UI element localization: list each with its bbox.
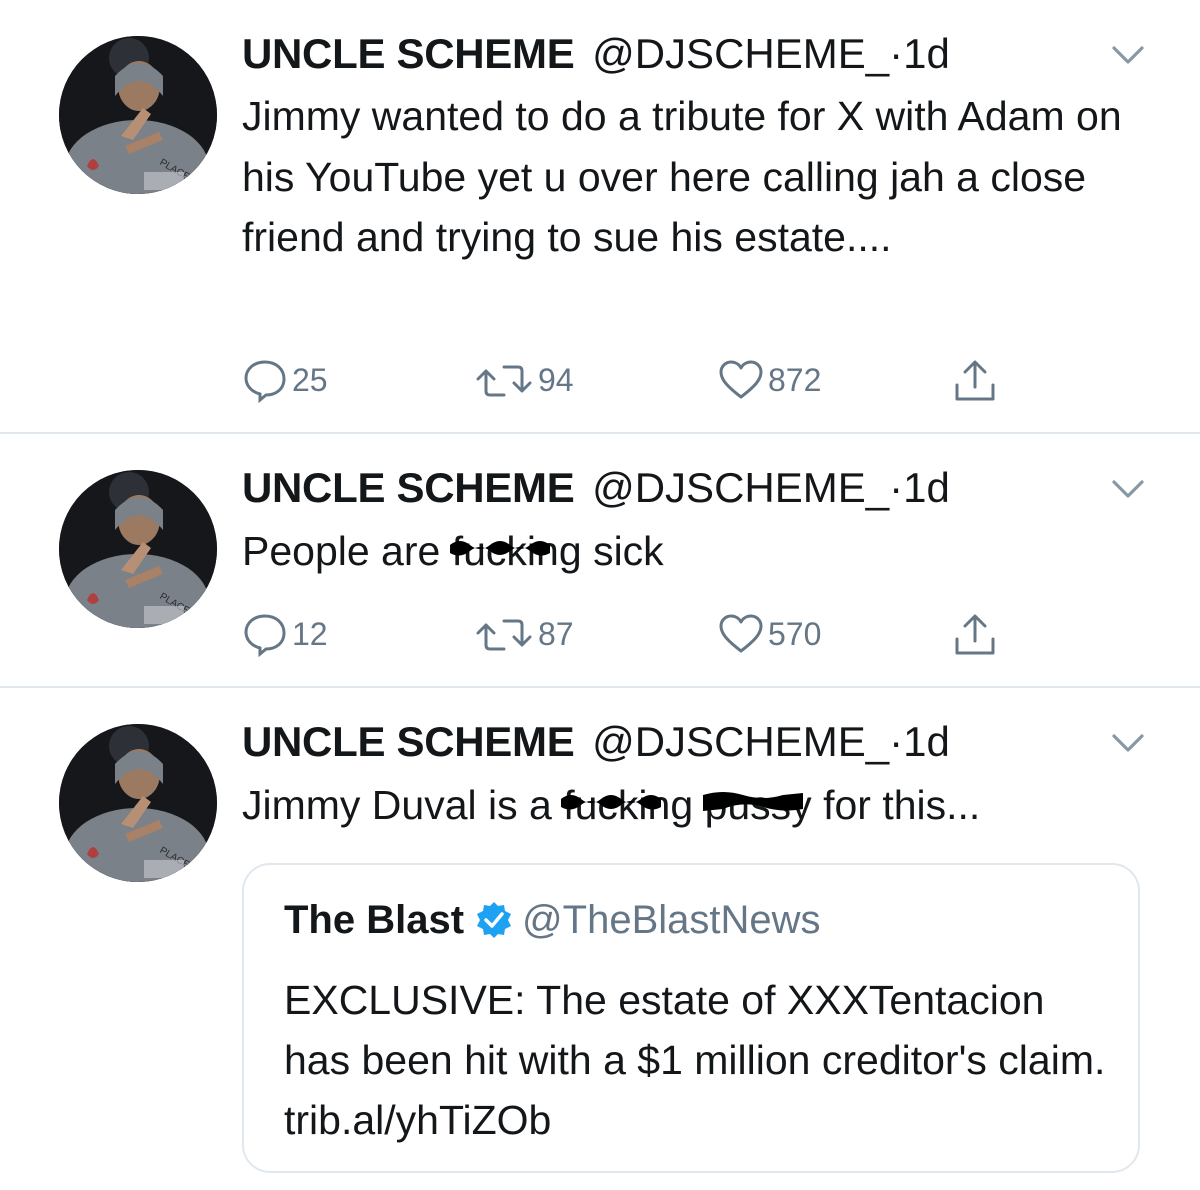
like-button[interactable]: 872 — [718, 355, 821, 405]
retweet-button[interactable]: 94 — [474, 355, 574, 405]
like-count: 872 — [768, 361, 822, 398]
display-name[interactable]: UNCLE SCHEME — [242, 464, 575, 511]
display-name[interactable]: UNCLE SCHEME — [242, 718, 575, 765]
redacted-word: fucking — [449, 528, 582, 574]
text-segment: Jimmy Duval is a — [242, 782, 552, 828]
avatar[interactable]: PLACE — [59, 36, 217, 194]
avatar[interactable]: PLACE — [59, 470, 217, 628]
redaction-scribble — [702, 792, 803, 811]
quoted-display-name[interactable]: The Blast — [284, 895, 464, 945]
chevron-down-icon[interactable] — [1108, 40, 1148, 68]
chevron-down-icon[interactable] — [1108, 474, 1148, 502]
text-segment: People are — [242, 528, 441, 574]
user-handle[interactable]: @DJSCHEME_ — [592, 464, 889, 511]
action-bar: 25 94 872 — [242, 355, 1042, 405]
tweet-header: UNCLE SCHEME @DJSCHEME_·1d — [242, 716, 950, 768]
quoted-tweet-text: EXCLUSIVE: The estate of XXXTentacion ha… — [284, 977, 1106, 1143]
reply-button[interactable]: 25 — [242, 355, 328, 405]
quoted-user-handle[interactable]: @TheBlastNews — [522, 895, 820, 945]
text-segment: for this... — [823, 782, 981, 828]
retweet-icon — [476, 619, 532, 651]
share-button[interactable] — [952, 609, 1002, 659]
redaction-scribble — [561, 795, 662, 810]
retweet-button[interactable]: 87 — [474, 609, 574, 659]
redacted-word: fucking — [561, 782, 694, 828]
reply-count: 25 — [292, 361, 328, 398]
action-bar: 12 87 570 — [242, 609, 1042, 659]
tweet-text: People are fucking sick — [242, 521, 1142, 582]
text-segment: sick — [593, 528, 664, 574]
reply-icon — [244, 360, 286, 403]
share-button[interactable] — [952, 355, 1002, 405]
chevron-down-icon[interactable] — [1108, 728, 1148, 756]
avatar-image: PLACE — [59, 36, 217, 194]
tweet-header: UNCLE SCHEME @DJSCHEME_·1d — [242, 28, 950, 80]
reply-count: 12 — [292, 615, 328, 652]
share-icon — [955, 360, 995, 401]
tweet-header: UNCLE SCHEME @DJSCHEME_·1d — [242, 462, 950, 514]
share-icon — [955, 614, 995, 655]
tweet-text: Jimmy wanted to do a tribute for X with … — [242, 93, 1122, 260]
avatar[interactable]: PLACE — [59, 724, 217, 882]
retweet-count: 94 — [538, 361, 574, 398]
avatar-image: PLACE — [59, 470, 217, 628]
retweet-icon — [476, 365, 532, 397]
retweet-count: 87 — [538, 615, 574, 652]
separator-dot: · — [889, 30, 904, 77]
like-count: 570 — [768, 615, 822, 652]
tweet[interactable]: PLACE UNCLE SCHEME @DJSCHEME_·1d People … — [0, 434, 1200, 686]
separator-dot: · — [889, 464, 904, 511]
heart-icon — [719, 360, 763, 399]
redaction-scribble — [449, 541, 550, 556]
avatar-image: PLACE — [59, 724, 217, 882]
separator-dot: · — [889, 718, 904, 765]
redacted-word: pussy — [702, 775, 812, 836]
reply-icon — [244, 614, 286, 657]
quoted-tweet-card[interactable]: The Blast @TheBlastNews EXCLUSIVE: The e… — [242, 863, 1140, 1173]
reply-button[interactable]: 12 — [242, 609, 328, 659]
display-name[interactable]: UNCLE SCHEME — [242, 30, 575, 77]
timestamp[interactable]: 1d — [903, 464, 950, 511]
timestamp[interactable]: 1d — [903, 30, 950, 77]
user-handle[interactable]: @DJSCHEME_ — [592, 718, 889, 765]
quoted-tweet-header: The Blast @TheBlastNews — [284, 895, 821, 945]
verified-badge-icon — [477, 902, 512, 938]
timestamp[interactable]: 1d — [903, 718, 950, 765]
tweet-text: Jimmy Duval is a fucking pussy for this.… — [242, 775, 1142, 836]
user-handle[interactable]: @DJSCHEME_ — [592, 30, 889, 77]
heart-icon — [719, 614, 763, 653]
like-button[interactable]: 570 — [718, 609, 821, 659]
tweet[interactable]: PLACE UNCLE SCHEME @DJSCHEME_·1d Jimmy w… — [0, 0, 1200, 432]
